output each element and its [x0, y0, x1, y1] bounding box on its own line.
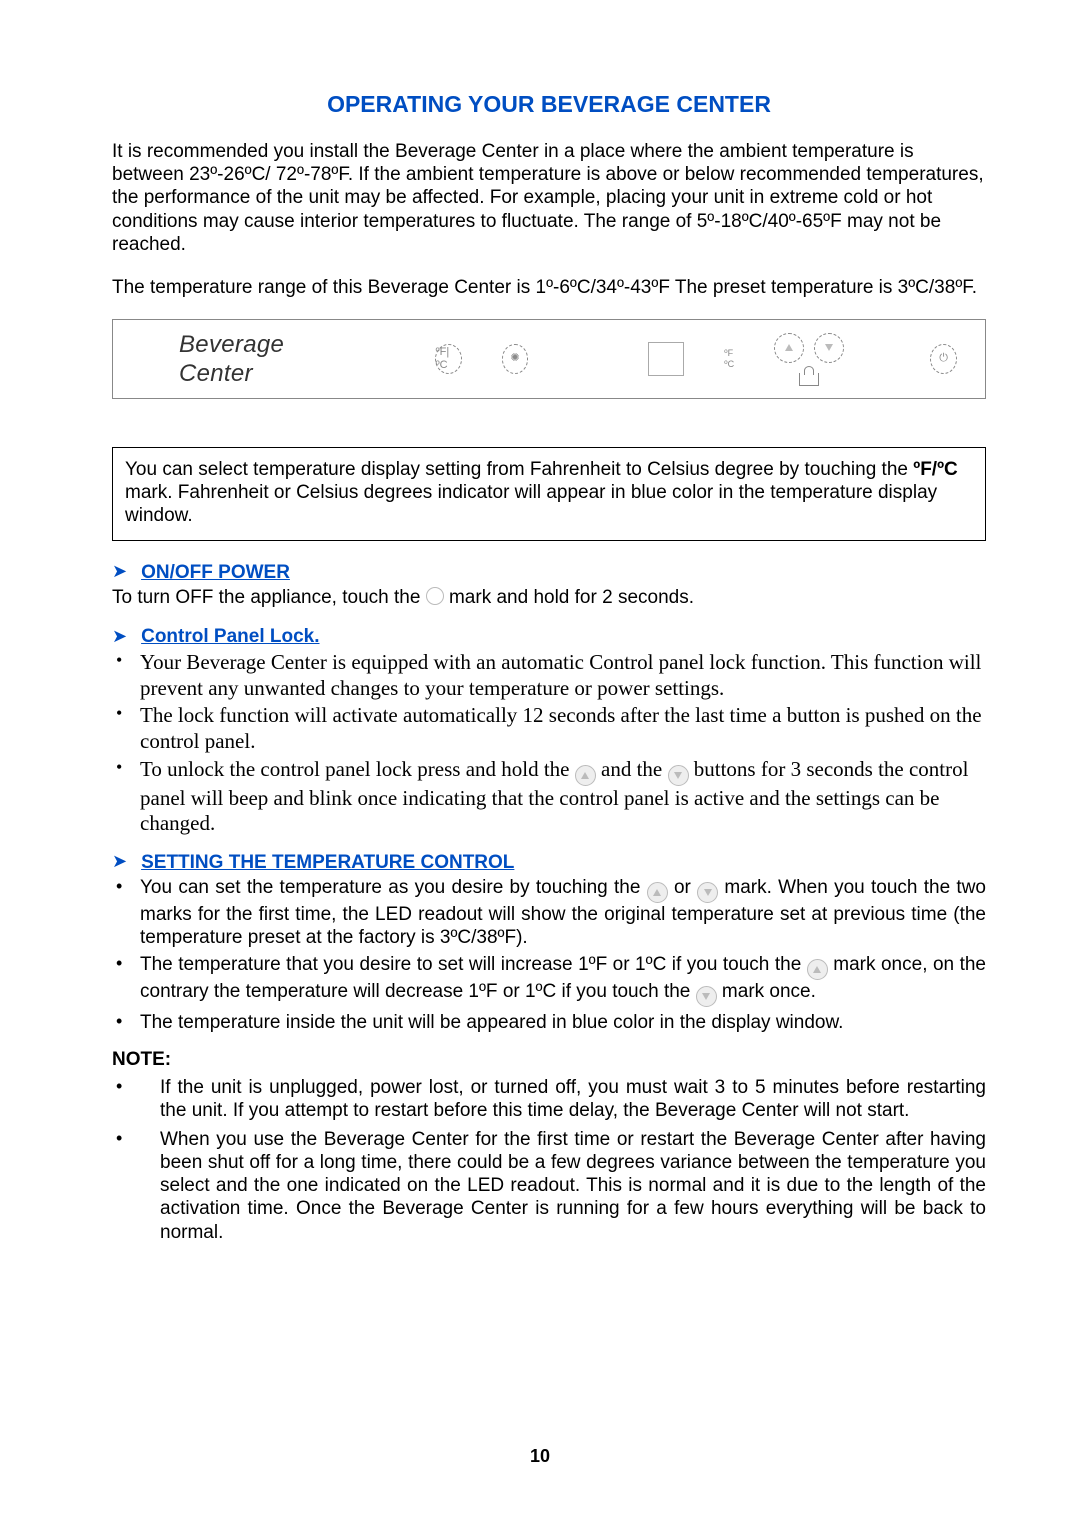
- list-item: The temperature that you desire to set w…: [112, 953, 986, 1007]
- list-item: The temperature inside the unit will be …: [112, 1011, 986, 1034]
- light-icon: ✺: [502, 344, 529, 374]
- panel-product-label: Beverage Center: [179, 330, 345, 389]
- list-item: If the unit is unplugged, power lost, or…: [112, 1076, 986, 1122]
- chevron-icon: ➤: [112, 561, 127, 583]
- up-arrow-icon: [647, 882, 668, 903]
- page-number: 10: [0, 1446, 1080, 1468]
- temp-bullet-list: You can set the temperature as you desir…: [112, 876, 986, 1035]
- section-on-off-power: ON/OFF POWER: [141, 561, 290, 584]
- control-panel-illustration: Beverage Center ºF|ºC ✺ ºF ºC ⏻: [112, 319, 986, 399]
- section-setting-temperature: SETTING THE TEMPERATURE CONTROL: [141, 851, 514, 874]
- lock-b3-a: To unlock the control panel lock press a…: [140, 757, 575, 781]
- note-heading: NOTE:: [112, 1048, 986, 1071]
- intro-paragraph-2: The temperature range of this Beverage C…: [112, 276, 986, 299]
- down-arrow-icon: [668, 765, 689, 786]
- down-arrow-icon: [697, 882, 718, 903]
- list-item: When you use the Beverage Center for the…: [112, 1128, 986, 1244]
- down-arrow-icon: [814, 333, 844, 363]
- page-title: OPERATING YOUR BEVERAGE CENTER: [112, 90, 986, 118]
- list-item: Your Beverage Center is equipped with an…: [112, 650, 986, 701]
- list-item: To unlock the control panel lock press a…: [112, 757, 986, 837]
- power-icon: ⏻: [930, 344, 957, 374]
- temp-b2-a: The temperature that you desire to set w…: [140, 954, 807, 975]
- deg-c-label: ºC: [724, 360, 734, 369]
- display-window-icon: [648, 342, 684, 376]
- lock-b3-b: and the: [601, 757, 667, 781]
- power-text-a: To turn OFF the appliance, touch the: [112, 587, 426, 608]
- note-bullet-list: If the unit is unplugged, power lost, or…: [112, 1076, 986, 1244]
- lock-icon: [799, 373, 819, 386]
- list-item: You can set the temperature as you desir…: [112, 876, 986, 949]
- fc-toggle-icon: ºF|ºC: [435, 344, 462, 374]
- degree-labels: ºF ºC: [724, 349, 734, 369]
- fc-note-box: You can select temperature display setti…: [112, 447, 986, 541]
- section-control-panel-lock: Control Panel Lock.: [141, 625, 319, 648]
- power-text-b: mark and hold for 2 seconds.: [449, 587, 694, 608]
- fc-note-bold: ºF/ºC: [913, 459, 958, 480]
- deg-f-label: ºF: [724, 349, 734, 358]
- up-arrow-icon: [575, 765, 596, 786]
- chevron-icon: ➤: [112, 851, 127, 873]
- fc-note-text-b: mark. Fahrenheit or Celsius degrees indi…: [125, 482, 937, 526]
- fc-note-text-a: You can select temperature display setti…: [125, 459, 913, 480]
- up-arrow-icon: [774, 333, 804, 363]
- up-arrow-icon: [807, 959, 828, 980]
- temp-b1-b: or: [674, 877, 697, 898]
- power-button-icon: [426, 587, 444, 605]
- lock-bullet-list: Your Beverage Center is equipped with an…: [112, 650, 986, 837]
- temp-b2-c: mark once.: [722, 981, 816, 1002]
- list-item: The lock function will activate automati…: [112, 703, 986, 754]
- down-arrow-icon: [696, 986, 717, 1007]
- temp-b1-a: You can set the temperature as you desir…: [140, 877, 647, 898]
- chevron-icon: ➤: [112, 626, 127, 648]
- intro-paragraph-1: It is recommended you install the Bevera…: [112, 140, 986, 256]
